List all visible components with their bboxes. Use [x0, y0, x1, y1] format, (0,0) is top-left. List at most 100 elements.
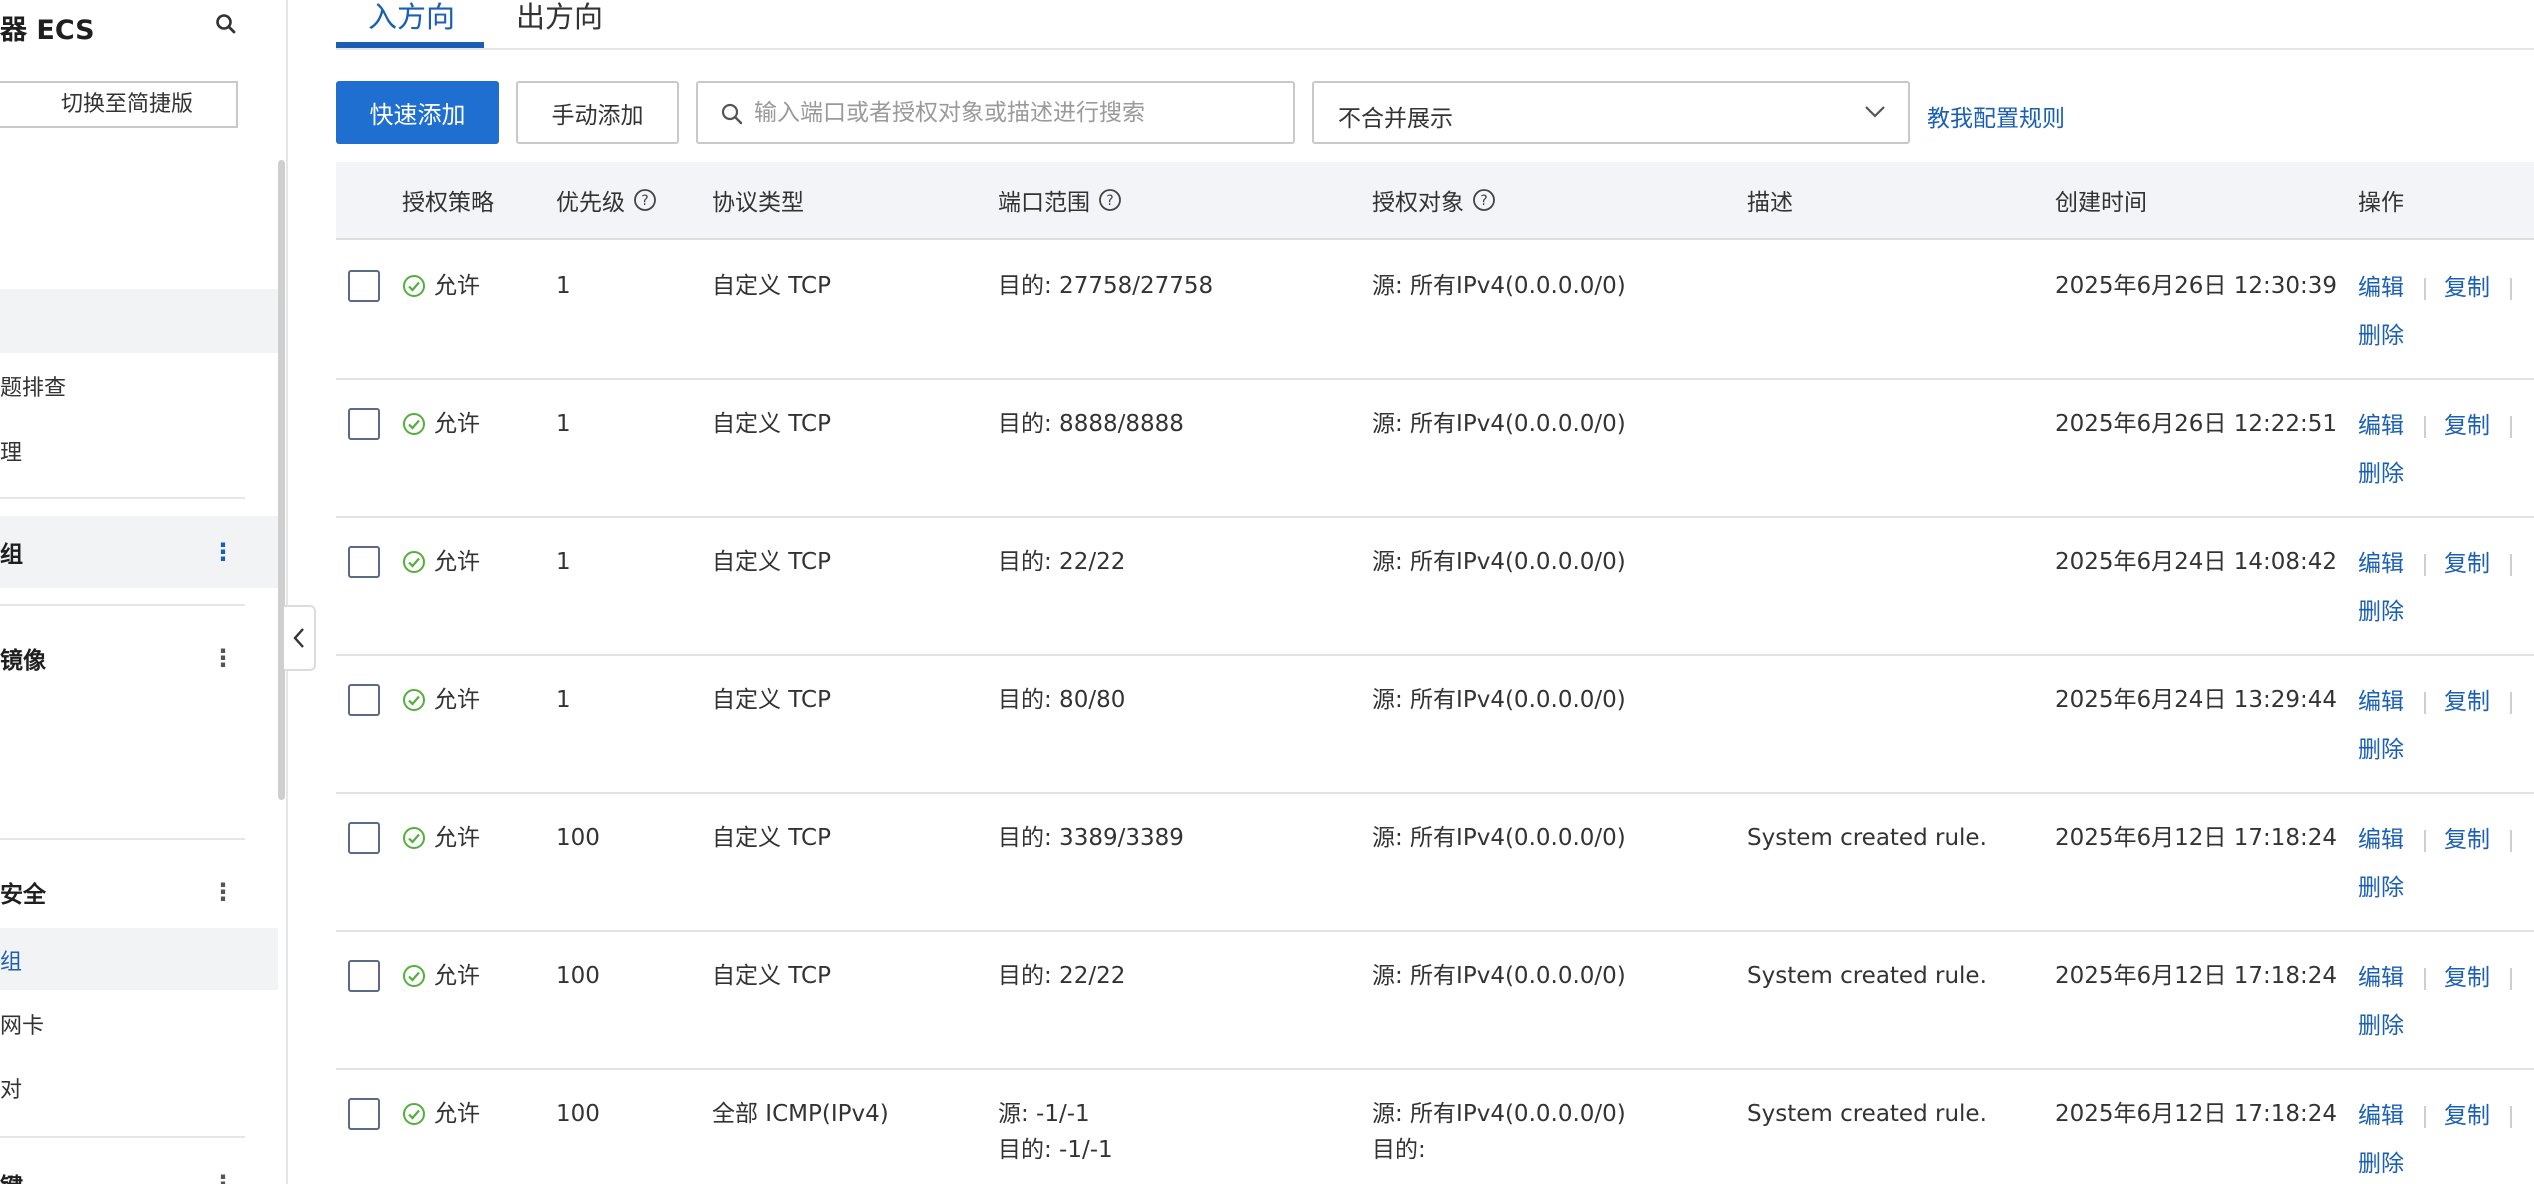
tab-outbound[interactable]: 出方向 — [516, 0, 603, 36]
row-checkbox[interactable] — [348, 408, 380, 440]
help-icon[interactable]: ? — [633, 188, 657, 212]
sidebar-group-image[interactable]: 镜像 — [0, 641, 46, 675]
chevron-left-icon — [293, 628, 304, 648]
protocol-cell: 自定义 TCP — [712, 411, 831, 437]
policy-label: 允许 — [434, 273, 480, 299]
table-row: 允许 100 全部 ICMP(IPv4) 源: -1/-1 目的: -1/-1 源: 所有… — [336, 1070, 2534, 1184]
copy-button[interactable]: 复制 — [2444, 822, 2490, 858]
collapse-sidebar-button[interactable] — [284, 605, 316, 671]
target-cell: 源: 所有IPv4(0.0.0.0/0) — [1372, 820, 1626, 856]
port-cell: 目的: 8888/8888 — [998, 406, 1184, 442]
protocol-cell: 自定义 TCP — [712, 963, 831, 989]
row-checkbox[interactable] — [348, 1098, 380, 1130]
divider — [2424, 1106, 2426, 1128]
help-icon[interactable]: ? — [1098, 188, 1122, 212]
edit-button[interactable]: 编辑 — [2358, 1098, 2404, 1134]
policy-label: 允许 — [434, 411, 480, 437]
manual-add-button[interactable]: 手动添加 — [516, 81, 679, 144]
row-checkbox[interactable] — [348, 684, 380, 716]
created-cell: 2025年6月26日 12:22:51 — [2055, 411, 2338, 437]
copy-button[interactable]: 复制 — [2444, 270, 2490, 306]
more-icon[interactable]: ⋮ — [211, 540, 235, 564]
sidebar-group-snapshot[interactable]: 键 — [0, 1167, 23, 1184]
divider — [2510, 1106, 2512, 1128]
more-icon[interactable]: ⋮ — [211, 646, 235, 670]
copy-button[interactable]: 复制 — [2444, 960, 2490, 996]
created-cell: 2025年6月24日 13:29:44 — [2055, 687, 2338, 713]
check-circle-icon — [403, 413, 425, 435]
edit-button[interactable]: 编辑 — [2358, 408, 2404, 444]
copy-button[interactable]: 复制 — [2444, 1098, 2490, 1134]
search-icon[interactable] — [214, 12, 238, 38]
sidebar-item-manage[interactable]: 理 — [0, 435, 22, 467]
header-target-label: 授权对象 — [1372, 190, 1464, 216]
help-icon[interactable]: ? — [1472, 188, 1496, 212]
header-port-label: 端口范围 — [998, 190, 1090, 216]
sidebar-item-security-group[interactable]: 组 — [0, 944, 22, 976]
table-row: 允许 100 自定义 TCP 目的: 3389/3389 源: 所有IPv4(0.0.0… — [336, 794, 2534, 932]
divider — [2510, 278, 2512, 300]
rule-search-box[interactable] — [696, 81, 1295, 144]
edit-button[interactable]: 编辑 — [2358, 822, 2404, 858]
policy-cell: 允许 — [402, 682, 480, 718]
merge-display-select[interactable]: 不合并展示 — [1312, 81, 1910, 144]
priority-cell: 1 — [556, 273, 571, 299]
sidebar-group-security[interactable]: 安全 — [0, 875, 46, 909]
header-created-label: 创建时间 — [2055, 190, 2147, 216]
header-protocol-label: 协议类型 — [712, 190, 804, 216]
protocol-cell: 自定义 TCP — [712, 273, 831, 299]
copy-button[interactable]: 复制 — [2444, 408, 2490, 444]
delete-button[interactable]: 删除 — [2358, 1008, 2404, 1044]
policy-cell: 允许 — [402, 958, 480, 994]
edit-button[interactable]: 编辑 — [2358, 960, 2404, 996]
search-input[interactable] — [754, 91, 1274, 135]
switch-simple-version-button[interactable]: 切换至简捷版 — [0, 81, 238, 128]
search-icon — [721, 103, 743, 125]
row-checkbox[interactable] — [348, 822, 380, 854]
copy-button[interactable]: 复制 — [2444, 684, 2490, 720]
target-line: 源: 所有IPv4(0.0.0.0/0) — [1372, 273, 1626, 299]
config-help-link[interactable]: 教我配置规则 — [1927, 99, 2065, 133]
tab-inbound[interactable]: 入方向 — [368, 0, 455, 36]
svg-text:?: ? — [641, 193, 648, 209]
edit-button[interactable]: 编辑 — [2358, 684, 2404, 720]
copy-button[interactable]: 复制 — [2444, 546, 2490, 582]
sidebar-item-troubleshoot[interactable]: 题排查 — [0, 370, 66, 402]
row-checkbox[interactable] — [348, 270, 380, 302]
delete-button[interactable]: 删除 — [2358, 318, 2404, 354]
sidebar-item-eni[interactable]: 网卡 — [0, 1008, 44, 1040]
divider — [2424, 692, 2426, 714]
table-row: 允许 1 自定义 TCP 目的: 27758/27758 源: 所有IPv4(0.0.0… — [336, 242, 2534, 380]
delete-button[interactable]: 删除 — [2358, 456, 2404, 492]
quick-add-button[interactable]: 快速添加 — [336, 81, 499, 144]
header-port: 端口范围 ? — [998, 183, 1122, 217]
desc-cell: System created rule. — [1747, 825, 1987, 851]
more-icon[interactable]: ⋮ — [211, 1172, 235, 1184]
delete-button[interactable]: 删除 — [2358, 732, 2404, 768]
divider — [2424, 968, 2426, 990]
created-cell: 2025年6月12日 17:18:24 — [2055, 963, 2338, 989]
table-row: 允许 1 自定义 TCP 目的: 80/80 源: 所有IPv4(0.0.0.0/0) 2… — [336, 656, 2534, 794]
sidebar-item-keypair[interactable]: 对 — [0, 1072, 22, 1104]
delete-button[interactable]: 删除 — [2358, 594, 2404, 630]
more-icon[interactable]: ⋮ — [211, 880, 235, 904]
row-checkbox[interactable] — [348, 546, 380, 578]
policy-cell: 允许 — [402, 1096, 480, 1132]
created-cell: 2025年6月24日 14:08:42 — [2055, 549, 2338, 575]
delete-button[interactable]: 删除 — [2358, 870, 2404, 906]
table-row: 允许 1 自定义 TCP 目的: 8888/8888 源: 所有IPv4(0.0.0.0… — [336, 380, 2534, 518]
port-line: 目的: 80/80 — [998, 687, 1126, 713]
divider — [2510, 416, 2512, 438]
delete-button[interactable]: 删除 — [2358, 1146, 2404, 1182]
edit-button[interactable]: 编辑 — [2358, 546, 2404, 582]
priority-cell: 1 — [556, 687, 571, 713]
port-line: 源: -1/-1 — [998, 1101, 1090, 1127]
row-checkbox[interactable] — [348, 960, 380, 992]
policy-cell: 允许 — [402, 406, 480, 442]
sidebar-group-label[interactable]: 组 — [0, 535, 23, 569]
divider — [2510, 830, 2512, 852]
edit-button[interactable]: 编辑 — [2358, 270, 2404, 306]
sidebar-scrollbar[interactable] — [278, 160, 285, 800]
header-target: 授权对象 ? — [1372, 183, 1496, 217]
protocol-cell: 自定义 TCP — [712, 825, 831, 851]
